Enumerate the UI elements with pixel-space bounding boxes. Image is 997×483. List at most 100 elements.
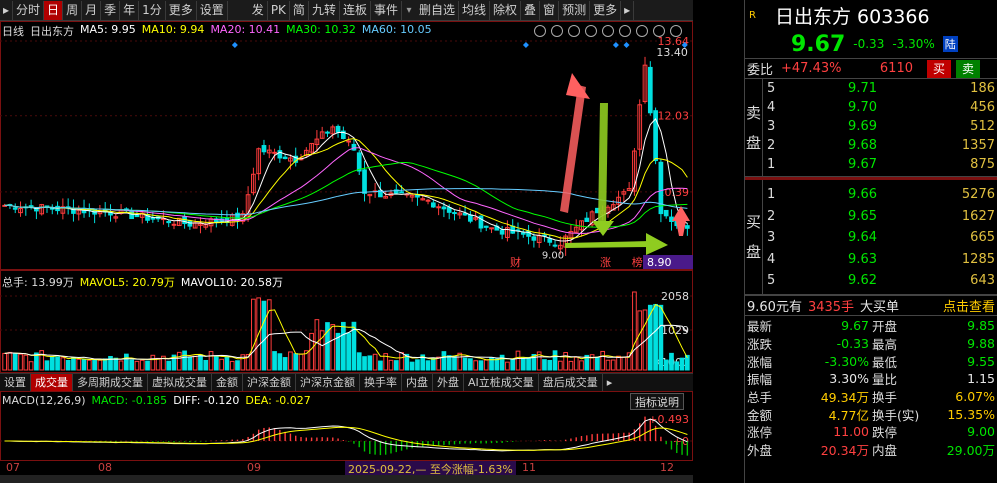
- tool-jiuzhuan[interactable]: 九转: [309, 0, 340, 20]
- volume-bar: [192, 355, 198, 371]
- stat-value: 9.88: [967, 336, 995, 352]
- tool-pk[interactable]: PK: [268, 0, 290, 20]
- candle-body: [452, 212, 457, 215]
- indicator-tab-settings[interactable]: 设置: [0, 374, 31, 391]
- volume-bar: [600, 350, 606, 371]
- indicator-tabs-scroll-icon[interactable]: ▸: [603, 374, 617, 391]
- stat-key: 量比: [872, 372, 898, 388]
- volume-bar: [441, 351, 447, 371]
- volume-bar: [198, 354, 203, 371]
- volume-bar: [573, 356, 579, 371]
- tool-remove-watchlist[interactable]: 删自选: [416, 0, 459, 20]
- tool-overlay[interactable]: 叠: [521, 0, 541, 20]
- indicator-tab-hs-amount[interactable]: 沪深金额: [243, 374, 296, 391]
- bid-row[interactable]: 4 9.63 1285: [745, 249, 997, 271]
- tab-fenshi[interactable]: 分时: [13, 0, 45, 20]
- tool-fa[interactable]: 发: [249, 0, 268, 20]
- tab-quarterly[interactable]: 季: [101, 0, 121, 20]
- tab-more[interactable]: 更多: [166, 0, 197, 20]
- tool-events[interactable]: 事件: [371, 0, 402, 20]
- toolbar-collapse-icon[interactable]: ▸: [0, 0, 14, 20]
- ma5-label: MA5: 9.95: [80, 23, 136, 36]
- indicator-tab-outer[interactable]: 外盘: [433, 374, 464, 391]
- indicator-explain-button[interactable]: 指标说明: [630, 393, 684, 410]
- stat-key: 总手: [747, 390, 773, 406]
- volume-bar: [346, 332, 351, 371]
- tool-simple[interactable]: 简: [290, 0, 309, 20]
- indicator-tab-ai-volume[interactable]: AI立桩成交量: [464, 374, 539, 391]
- weibi-label: 委比: [747, 63, 774, 78]
- volume-bar: [102, 358, 108, 371]
- tool-ma-lines[interactable]: 均线: [459, 0, 491, 20]
- stat-key: 涨跌: [747, 337, 773, 353]
- volume-bar: [55, 356, 60, 371]
- ask-row[interactable]: 5 9.71 186: [745, 79, 997, 98]
- event-marker-finance: 财: [510, 255, 521, 269]
- candle-body: [235, 212, 240, 221]
- volume-bar: [2, 352, 7, 371]
- volume-bar: [150, 354, 156, 371]
- buy-button[interactable]: 买: [927, 59, 952, 78]
- ask-row[interactable]: 2 9.68 1357: [745, 136, 997, 155]
- indicator-tab-hsj-amount[interactable]: 沪深京金额: [296, 374, 360, 391]
- candle-body: [399, 191, 404, 194]
- tool-lianban[interactable]: 连板: [340, 0, 371, 20]
- tool-window[interactable]: 窗: [540, 0, 560, 20]
- indicator-tab-inner[interactable]: 内盘: [402, 374, 433, 391]
- period-label: 日线: [2, 25, 24, 38]
- volume-bar: [49, 356, 55, 371]
- indicator-tab-multi-volume[interactable]: 多周期成交量: [73, 374, 148, 391]
- bid-row[interactable]: 5 9.62 643: [745, 270, 997, 292]
- annotation-arrow-up: [560, 85, 586, 213]
- stat-key: 最低: [872, 354, 898, 370]
- price-change-pct: -3.30%: [892, 37, 935, 51]
- volume-bar: [653, 303, 658, 371]
- tab-weekly[interactable]: 周: [63, 0, 83, 20]
- bid-row[interactable]: 3 9.64 665: [745, 227, 997, 249]
- volume-bar: [632, 291, 637, 371]
- tab-yearly[interactable]: 年: [120, 0, 140, 20]
- sell-button[interactable]: 卖: [956, 59, 981, 78]
- dropdown-arrow-icon[interactable]: ▾: [402, 5, 416, 16]
- volume-bar: [335, 332, 341, 371]
- bid-row[interactable]: 2 9.65 1627: [745, 206, 997, 228]
- indicator-tab-afterhours[interactable]: 盘后成交量: [539, 374, 603, 391]
- stat-value: 9.85: [967, 318, 995, 334]
- signal-diamond: [522, 42, 529, 48]
- indicator-tab-amount[interactable]: 金额: [212, 374, 243, 391]
- volume-bar: [76, 358, 82, 371]
- tab-monthly[interactable]: 月: [82, 0, 102, 20]
- macd-name-label: MACD(12,26,9): [2, 394, 86, 407]
- volume-bar: [674, 361, 680, 371]
- candle-body: [272, 151, 277, 154]
- volume-bar: [203, 359, 209, 371]
- volume-bar: [362, 356, 367, 371]
- view-detail-link[interactable]: 点击查看: [943, 296, 995, 315]
- bid-row[interactable]: 1 9.66 5276: [745, 184, 997, 206]
- candle-body: [166, 220, 172, 224]
- ask-row[interactable]: 1 9.67 875: [745, 155, 997, 174]
- indicator-tab-volume[interactable]: 成交量: [31, 374, 73, 391]
- volume-chart[interactable]: 20581029X1000 总手: 13.99万 MAVOL5: 20.79万 …: [0, 270, 693, 373]
- volume-bar: [457, 352, 463, 371]
- toolbar-next-icon[interactable]: ▸: [621, 0, 635, 20]
- tab-settings[interactable]: 设置: [197, 0, 228, 20]
- candle-body: [12, 207, 18, 210]
- tab-daily[interactable]: 日: [44, 0, 64, 20]
- indicator-tab-turnover[interactable]: 换手率: [360, 374, 402, 391]
- ask-row[interactable]: 4 9.70 456: [745, 98, 997, 117]
- macd-chart[interactable]: +0.493 +0 MACD(12,26,9) MACD: -0.185 DIFF…: [0, 391, 693, 461]
- price-axis-label: 12.03: [658, 110, 690, 123]
- tool-more[interactable]: 更多: [590, 0, 622, 20]
- stat-value: 6.07%: [955, 389, 995, 405]
- tab-1min[interactable]: 1分: [139, 0, 166, 20]
- volume-bar: [251, 298, 256, 371]
- tool-exright[interactable]: 除权: [490, 0, 522, 20]
- volume-bar: [399, 352, 404, 371]
- stat-value: 49.34万: [820, 390, 869, 406]
- tool-forecast[interactable]: 预测: [559, 0, 591, 20]
- indicator-tab-virtual-volume[interactable]: 虚拟成交量: [148, 374, 212, 391]
- ask-side-label: 卖 盘: [745, 79, 763, 176]
- kline-chart[interactable]: 13.64 12.03 10.39 8.90 13.40 9.00 财涨榜 日线 日出东方 …: [0, 21, 693, 270]
- ask-row[interactable]: 3 9.69 512: [745, 117, 997, 136]
